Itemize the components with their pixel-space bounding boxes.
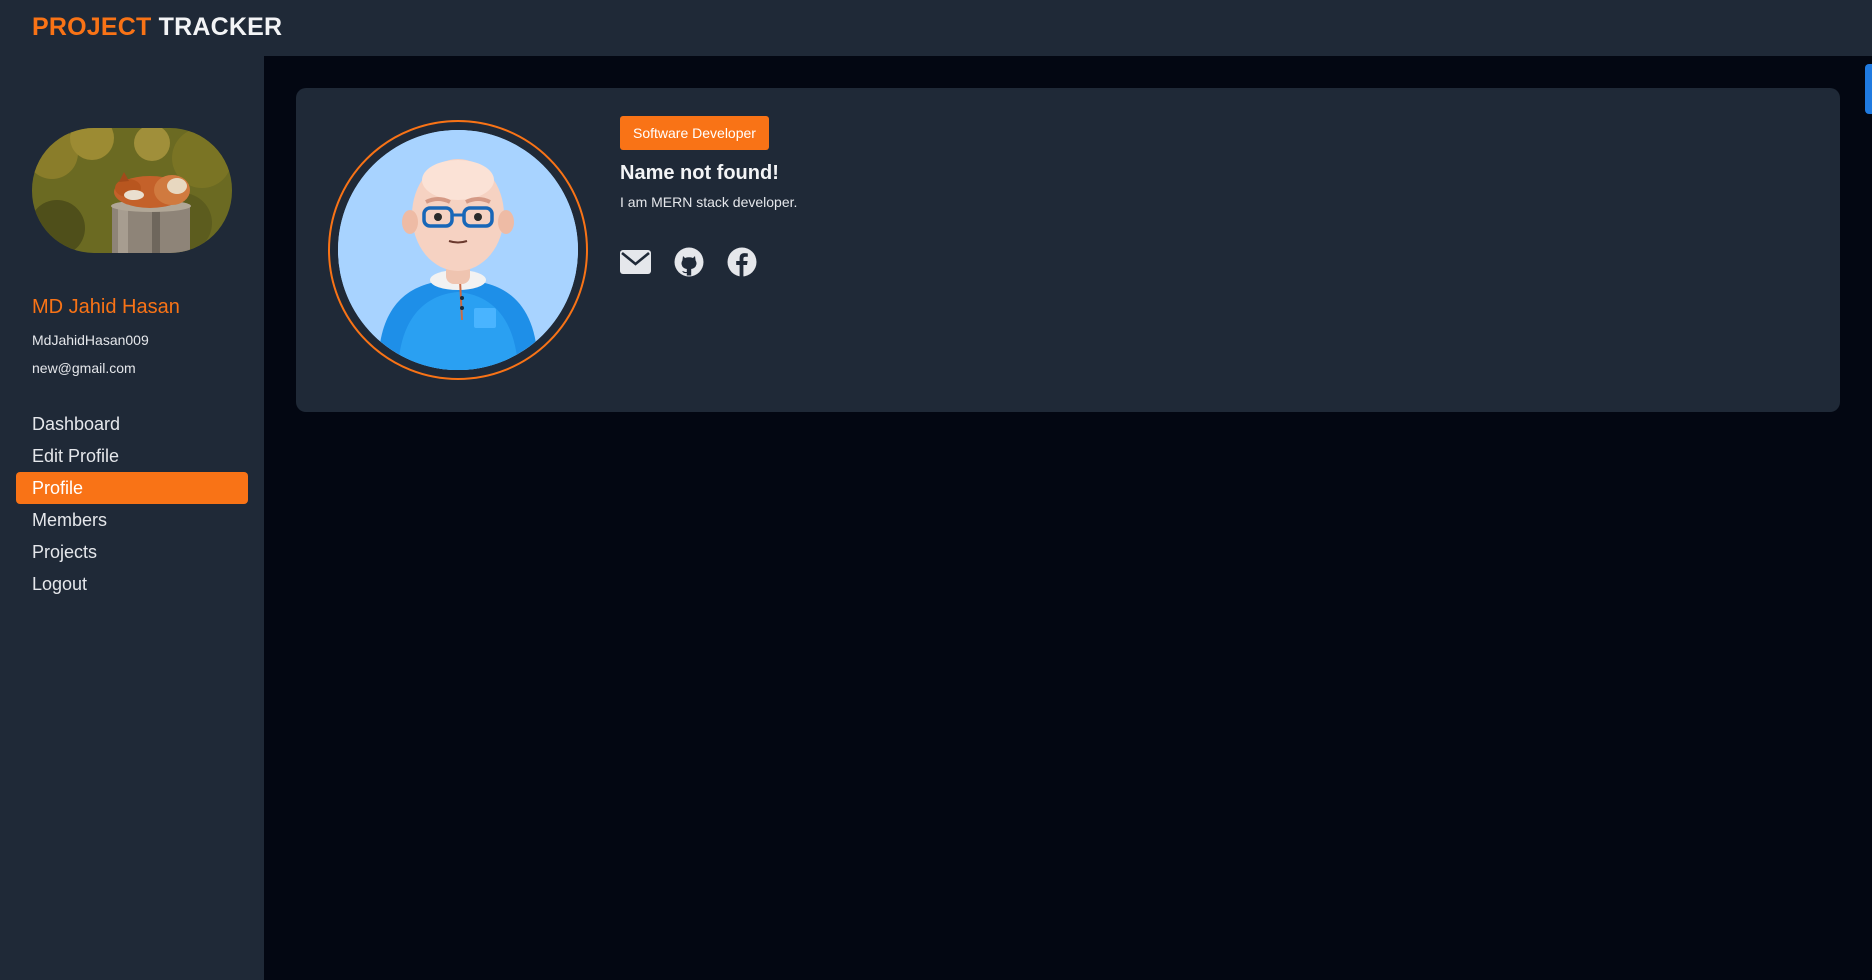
user-email: new@gmail.com — [32, 360, 136, 376]
app-logo[interactable]: PROJECT TRACKER — [32, 13, 282, 42]
brand-rest: TRACKER — [158, 13, 283, 41]
profile-name: Name not found! — [620, 162, 779, 184]
sidebar-nav: Dashboard Edit Profile Profile Members P… — [16, 408, 248, 600]
brand-accent: PROJECT — [32, 13, 152, 41]
sidebar: MD Jahid Hasan MdJahidHasan009 new@gmail… — [0, 56, 264, 980]
nav-item-profile[interactable]: Profile — [16, 472, 248, 504]
nav-item-members[interactable]: Members — [16, 504, 248, 536]
profile-avatar-ring — [328, 120, 588, 380]
nav-item-edit-profile[interactable]: Edit Profile — [16, 440, 248, 472]
profile-bio: I am MERN stack developer. — [620, 194, 798, 210]
email-icon[interactable] — [620, 250, 651, 274]
profile-avatar — [338, 130, 578, 370]
scroll-edge-tab[interactable] — [1865, 64, 1872, 114]
social-links — [620, 247, 757, 277]
user-full-name: MD Jahid Hasan — [32, 296, 180, 318]
nav-item-projects[interactable]: Projects — [16, 536, 248, 568]
facebook-icon[interactable] — [727, 247, 757, 277]
nav-item-dashboard[interactable]: Dashboard — [16, 408, 248, 440]
nav-item-logout[interactable]: Logout — [16, 568, 248, 600]
github-icon[interactable] — [674, 247, 704, 277]
profile-card: Software Developer Name not found! I am … — [296, 88, 1840, 412]
user-cover-photo — [32, 128, 232, 253]
role-badge: Software Developer — [620, 116, 769, 150]
top-bar: PROJECT TRACKER — [0, 0, 1872, 56]
user-username: MdJahidHasan009 — [32, 332, 149, 348]
